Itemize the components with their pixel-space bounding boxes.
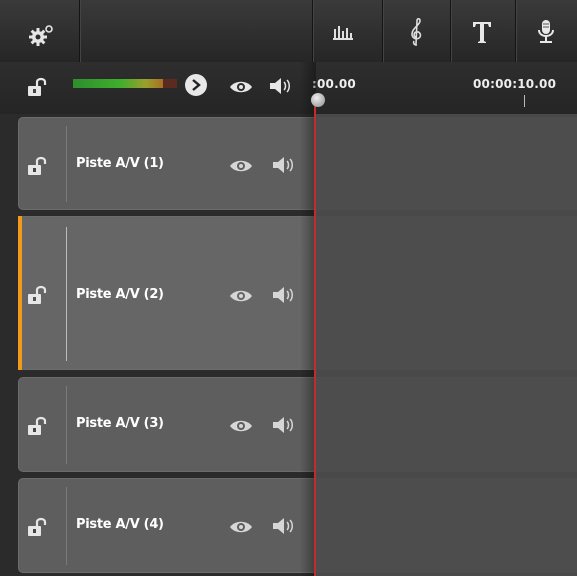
track-divider xyxy=(66,386,67,464)
eye-icon[interactable] xyxy=(229,288,253,302)
track-divider xyxy=(66,487,67,565)
track-header-2[interactable]: Piste A/V (2) xyxy=(18,216,315,370)
track-label: Piste A/V (4) xyxy=(76,517,164,532)
lock-icon[interactable] xyxy=(27,416,49,436)
track-lane-4[interactable] xyxy=(315,478,577,573)
track-header-3[interactable]: Piste A/V (3) xyxy=(18,377,315,472)
audio-mixer-icon[interactable] xyxy=(324,18,364,46)
track-lane-3[interactable] xyxy=(315,377,577,472)
track-header-1[interactable]: Piste A/V (1) xyxy=(18,117,315,210)
playhead-line[interactable] xyxy=(314,98,316,576)
track-divider xyxy=(66,126,67,202)
speaker-icon[interactable] xyxy=(269,76,293,96)
ruler-timecode-start: :00.00 xyxy=(312,77,356,91)
lock-icon[interactable] xyxy=(27,285,49,305)
playhead-handle[interactable] xyxy=(311,93,325,107)
speaker-icon[interactable] xyxy=(272,155,296,175)
track-label: Piste A/V (1) xyxy=(76,156,164,171)
toolbar-separator xyxy=(382,0,383,62)
track-header-4[interactable]: Piste A/V (4) xyxy=(18,478,315,573)
speaker-icon[interactable] xyxy=(272,516,296,536)
eye-icon[interactable] xyxy=(229,158,253,172)
treble-clef-icon[interactable] xyxy=(396,18,436,46)
microphone-icon[interactable] xyxy=(526,18,566,46)
track-lane-2[interactable] xyxy=(315,216,577,370)
eye-icon[interactable] xyxy=(229,79,253,93)
eye-icon[interactable] xyxy=(229,519,253,533)
ruler-tick xyxy=(524,95,525,107)
eye-icon[interactable] xyxy=(229,418,253,432)
track-label: Piste A/V (2) xyxy=(76,287,164,302)
toolbar-separator xyxy=(515,0,516,62)
toolbar-separator xyxy=(450,0,451,62)
lock-icon[interactable] xyxy=(27,77,49,97)
speaker-icon[interactable] xyxy=(272,415,296,435)
audio-level-meter xyxy=(73,79,177,88)
gear-icon[interactable] xyxy=(28,24,54,46)
toolbar-separator xyxy=(312,0,313,62)
ruler-timecode-10s: 00:00:10.00 xyxy=(473,77,557,91)
selected-track-indicator xyxy=(18,216,22,370)
audio-level-meter-peak xyxy=(163,79,177,88)
track-lane-1[interactable] xyxy=(315,117,577,210)
speaker-icon[interactable] xyxy=(272,285,296,305)
lock-icon[interactable] xyxy=(27,517,49,537)
chevron-right-icon xyxy=(192,79,201,91)
track-divider xyxy=(66,227,67,361)
top-toolbar xyxy=(0,0,577,62)
toolbar-separator xyxy=(79,0,80,62)
lock-icon[interactable] xyxy=(27,156,49,176)
track-label: Piste A/V (3) xyxy=(76,416,164,431)
expand-arrow-button[interactable] xyxy=(185,74,207,96)
title-text-icon[interactable] xyxy=(462,18,502,46)
